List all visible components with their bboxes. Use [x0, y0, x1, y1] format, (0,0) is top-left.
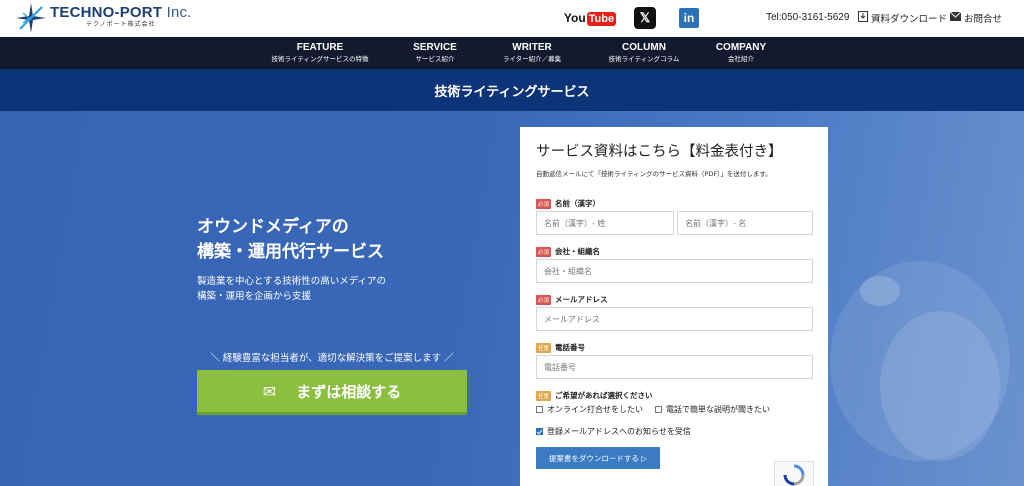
company-input[interactable]	[536, 259, 813, 283]
consult-button-label: まずは相談する	[296, 382, 402, 401]
hero-note: ＼ 経験豊富な担当者が、適切な解決策をご提案します ／	[210, 353, 454, 364]
options-label: 任意 ご希望があれば選択ください	[536, 390, 653, 401]
last-name-input[interactable]	[536, 211, 674, 235]
phone-number[interactable]: Tel:050-3161-5629	[766, 12, 849, 23]
recaptcha-icon	[783, 464, 805, 485]
first-name-input[interactable]	[677, 211, 813, 235]
phone-input[interactable]	[536, 355, 813, 379]
form-title: サービス資料はこちら【料金表付き】	[536, 144, 783, 160]
required-badge: 必須	[536, 198, 552, 209]
x-twitter-link[interactable]: 𝕏	[634, 7, 656, 29]
download-icon	[858, 11, 868, 25]
required-badge: 必須	[536, 246, 552, 257]
linkedin-link[interactable]: in	[679, 8, 699, 28]
logo-name: TECHNO-PORT Inc.	[50, 4, 192, 21]
page-title-bar: 技術ライティングサービス	[0, 69, 1024, 111]
phone-explanation-label: 電話で簡単な説明が聞きたい	[666, 405, 770, 414]
recaptcha-badge[interactable]	[774, 461, 814, 486]
option-row: オンライン打合せをしたい 電話で簡単な説明が聞きたい	[536, 404, 770, 415]
newsletter-label: 登録メールアドレスへのお知らせを受信	[547, 427, 691, 436]
youtube-link[interactable]: You Tube	[564, 8, 617, 28]
company-logo[interactable]: TECHNO-PORT Inc. テクノポート株式会社	[16, 3, 192, 35]
newsletter-row: 登録メールアドレスへのお知らせを受信	[536, 426, 691, 437]
linkedin-icon: in	[683, 11, 695, 25]
phone-explanation-checkbox[interactable]	[655, 406, 662, 413]
hero-background-shape	[880, 311, 1000, 461]
x-icon: 𝕏	[639, 10, 651, 25]
logo-star-icon	[16, 3, 46, 33]
download-link[interactable]: 資料ダウンロード	[858, 11, 947, 25]
nav-item-company[interactable]: COMPANY 会社紹介	[714, 42, 768, 65]
online-meeting-label: オンライン打合せをしたい	[547, 405, 643, 414]
hero-background-shape	[860, 276, 900, 306]
optional-badge: 任意	[536, 342, 552, 353]
online-meeting-checkbox[interactable]	[536, 406, 543, 413]
email-input[interactable]	[536, 307, 813, 331]
page-title: 技術ライティングサービス	[434, 84, 590, 100]
site-header: TECHNO-PORT Inc. テクノポート株式会社 You Tube 𝕏 in…	[0, 0, 1024, 37]
hero-heading: オウンドメディアの 構築・運用代行サービス	[197, 217, 384, 262]
contact-link[interactable]: お問合せ	[949, 11, 1003, 25]
logo-subtitle: テクノポート株式会社	[86, 21, 156, 28]
download-submit-button[interactable]: 提案書をダウンロードする ▷	[536, 447, 660, 469]
nav-item-feature[interactable]: FEATURE 技術ライティングサービスの特徴	[270, 42, 370, 65]
form-subtitle: 自動返信メールにて「技術ライティングのサービス資料（PDF）」を送付します。	[536, 170, 772, 178]
hero-description: 製造業を中心とする技術性の高いメディアの 構築・運用を企画から支援	[197, 276, 387, 302]
download-form: サービス資料はこちら【料金表付き】 自動返信メールにて「技術ライティングのサービ…	[520, 127, 828, 486]
consult-button[interactable]: ✉ まずは相談する	[197, 370, 467, 415]
mail-icon	[949, 11, 962, 24]
optional-badge: 任意	[536, 390, 552, 401]
youtube-icon: You Tube	[563, 11, 617, 26]
company-label: 必須 会社・組織名	[536, 246, 601, 257]
nav-item-column[interactable]: COLUMN 技術ライティングコラム	[604, 42, 684, 65]
hero-section: オウンドメディアの 構築・運用代行サービス 製造業を中心とする技術性の高いメディ…	[0, 111, 1024, 486]
contact-label: お問合せ	[964, 14, 1003, 25]
mail-icon: ✉	[262, 381, 277, 401]
nav-item-writer[interactable]: WRITER ライター紹介／募集	[497, 42, 567, 65]
email-label: 必須 メールアドレス	[536, 294, 608, 305]
download-label: 資料ダウンロード	[871, 14, 948, 25]
name-label: 必須 名前（漢字）	[536, 198, 601, 209]
phone-label: 任意 電話番号	[536, 342, 586, 353]
required-badge: 必須	[536, 294, 552, 305]
newsletter-checkbox[interactable]	[536, 428, 543, 435]
main-nav: FEATURE 技術ライティングサービスの特徴 SERVICE サービス紹介 W…	[0, 37, 1024, 69]
nav-item-service[interactable]: SERVICE サービス紹介	[405, 42, 465, 65]
